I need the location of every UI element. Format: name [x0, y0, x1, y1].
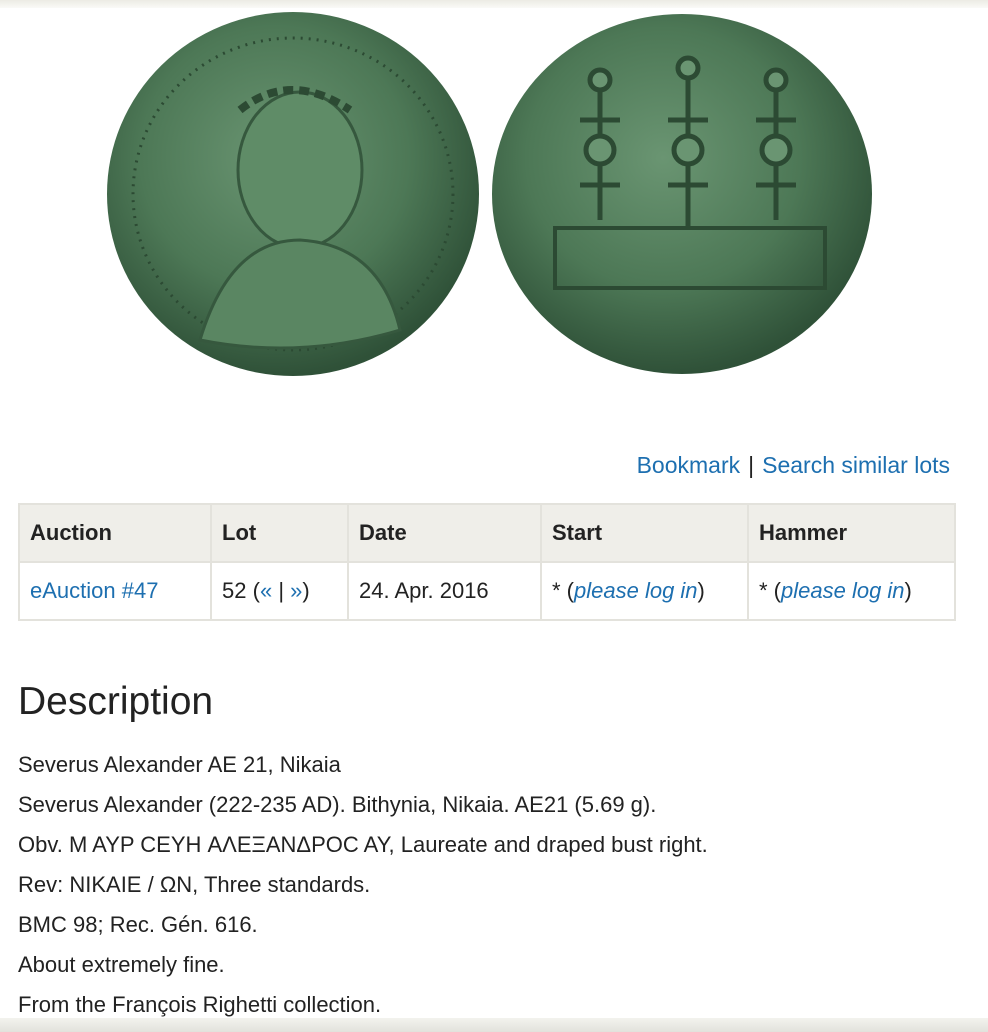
bookmark-link[interactable]: Bookmark: [637, 452, 741, 478]
description-heading: Description: [18, 680, 214, 723]
column-header-auction: Auction: [18, 503, 212, 563]
date-cell: 24. Apr. 2016: [347, 561, 542, 621]
description-text: Severus Alexander AE 21, Nikaia Severus …: [18, 748, 708, 1028]
hammer-prefix: * (: [759, 578, 781, 603]
table-row: eAuction #47 52 (« | ») 24. Apr. 2016 * …: [18, 561, 956, 621]
coin-image[interactable]: [0, 0, 988, 400]
hammer-login-link[interactable]: please log in: [781, 578, 905, 603]
auction-link[interactable]: eAuction #47: [30, 578, 158, 603]
description-line: Severus Alexander AE 21, Nikaia: [18, 752, 341, 777]
column-header-lot: Lot: [210, 503, 349, 563]
start-cell: * (please log in): [540, 561, 749, 621]
hammer-cell: * (please log in): [747, 561, 956, 621]
coin-obverse: [107, 12, 479, 376]
lot-nav-open: (: [252, 578, 260, 603]
description-line: BMC 98; Rec. Gén. 616.: [18, 912, 258, 937]
description-line: Rev: NIKAIE / ΩN, Three standards.: [18, 872, 371, 897]
bottom-edge: [0, 1018, 988, 1032]
table-header-row: Auction Lot Date Start Hammer: [18, 503, 956, 563]
start-suffix: ): [697, 578, 705, 603]
description-line: Obv. M AYP CEYH ΑΛΕΞΑΝΔΡΟC AY, Laureate …: [18, 832, 708, 857]
action-separator: |: [748, 452, 755, 478]
coin-reverse: [492, 14, 872, 374]
start-login-link[interactable]: please log in: [574, 578, 698, 603]
previous-lot-link[interactable]: «: [260, 578, 272, 603]
next-lot-link[interactable]: »: [290, 578, 302, 603]
hammer-suffix: ): [904, 578, 912, 603]
lot-cell: 52 (« | »): [210, 561, 349, 621]
lot-nav-close: ): [302, 578, 310, 603]
auction-cell: eAuction #47: [18, 561, 212, 621]
column-header-date: Date: [347, 503, 542, 563]
column-header-start: Start: [540, 503, 749, 563]
start-prefix: * (: [552, 578, 574, 603]
search-similar-lots-link[interactable]: Search similar lots: [762, 452, 950, 478]
lot-nav-pipe: |: [278, 578, 285, 603]
lot-number: 52: [222, 578, 247, 603]
lot-actions: Bookmark | Search similar lots: [637, 450, 950, 480]
auction-lot-table: Auction Lot Date Start Hammer eAuction #…: [18, 503, 956, 621]
description-line: About extremely fine.: [18, 952, 225, 977]
description-line: Severus Alexander (222-235 AD). Bithynia…: [18, 792, 657, 817]
column-header-hammer: Hammer: [747, 503, 956, 563]
